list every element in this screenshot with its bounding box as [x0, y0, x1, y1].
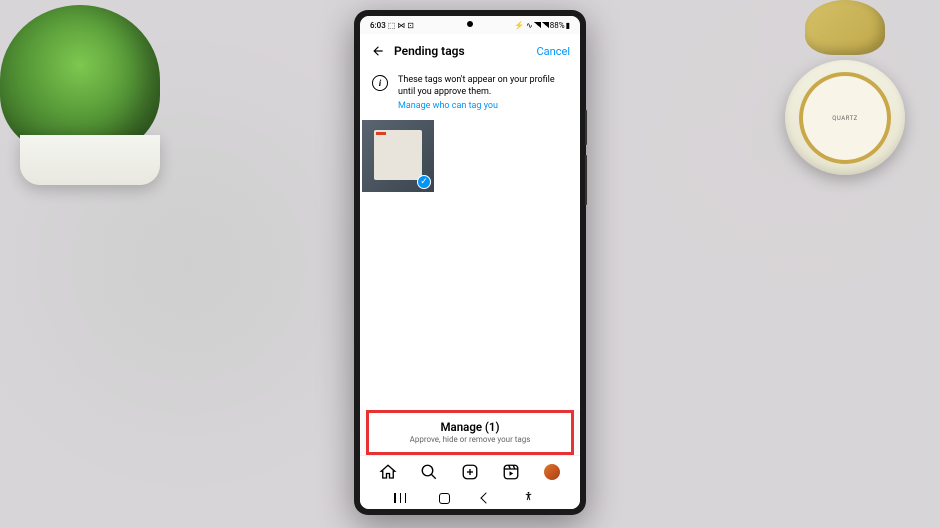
page-title: Pending tags [394, 44, 529, 58]
highlight-annotation: Manage (1) Approve, hide or remove your … [366, 410, 574, 455]
reels-tab[interactable] [501, 462, 521, 482]
accessibility-icon [523, 491, 534, 502]
background-pear-decor [805, 0, 885, 55]
home-icon [379, 463, 397, 481]
profile-tab[interactable] [542, 462, 562, 482]
profile-avatar-icon [544, 464, 560, 480]
info-banner: i These tags won't appear on your profil… [360, 68, 580, 120]
android-nav-bar [360, 487, 580, 509]
status-time: 6:03 [370, 21, 386, 30]
search-tab[interactable] [419, 462, 439, 482]
clock-brand-label: QUARTZ [832, 115, 858, 122]
manage-button[interactable]: Manage (1) Approve, hide or remove your … [369, 413, 571, 452]
camera-hole [467, 21, 473, 27]
selected-check-icon: ✓ [417, 175, 431, 189]
reels-icon [502, 463, 520, 481]
app-header: Pending tags Cancel [360, 34, 580, 68]
phone-screen: 6:03 ⬚ ⋈ ⊡ ⚡ ∿ 88% ▮ Pending tags Cancel [360, 16, 580, 509]
manage-who-can-tag-link[interactable]: Manage who can tag you [398, 100, 498, 112]
background-clock: QUARTZ [785, 60, 905, 190]
thumbnail-content [374, 130, 422, 180]
info-icon: i [372, 75, 388, 91]
status-right-icons: ⚡ ∿ [514, 21, 533, 30]
nav-back-button[interactable] [481, 492, 492, 503]
create-tab[interactable] [460, 462, 480, 482]
arrow-left-icon [371, 44, 385, 58]
back-button[interactable] [370, 43, 386, 59]
manage-button-subtitle: Approve, hide or remove your tags [369, 435, 571, 444]
phone-device: 6:03 ⬚ ⋈ ⊡ ⚡ ∿ 88% ▮ Pending tags Cancel [354, 10, 586, 515]
nav-home-button[interactable] [439, 493, 450, 504]
nav-recents-button[interactable] [394, 493, 406, 503]
info-text: These tags won't appear on your profile … [398, 74, 568, 112]
cancel-button[interactable]: Cancel [537, 45, 570, 58]
battery-percent: 88% [550, 21, 565, 30]
signal-icon [534, 22, 541, 28]
pending-tags-grid: ✓ [360, 120, 580, 410]
bottom-tab-bar [360, 455, 580, 487]
manage-button-title: Manage (1) [369, 420, 571, 434]
search-icon [420, 463, 438, 481]
battery-icon: ▮ [566, 21, 570, 30]
nav-accessibility-button[interactable] [523, 491, 534, 505]
signal-icon-2 [542, 22, 549, 28]
background-plant [0, 5, 180, 205]
home-tab[interactable] [378, 462, 398, 482]
info-message: These tags won't appear on your profile … [398, 75, 555, 97]
status-left-icons: ⬚ ⋈ ⊡ [388, 21, 414, 30]
plus-square-icon [461, 463, 479, 481]
tagged-photo-thumbnail[interactable]: ✓ [362, 120, 434, 192]
